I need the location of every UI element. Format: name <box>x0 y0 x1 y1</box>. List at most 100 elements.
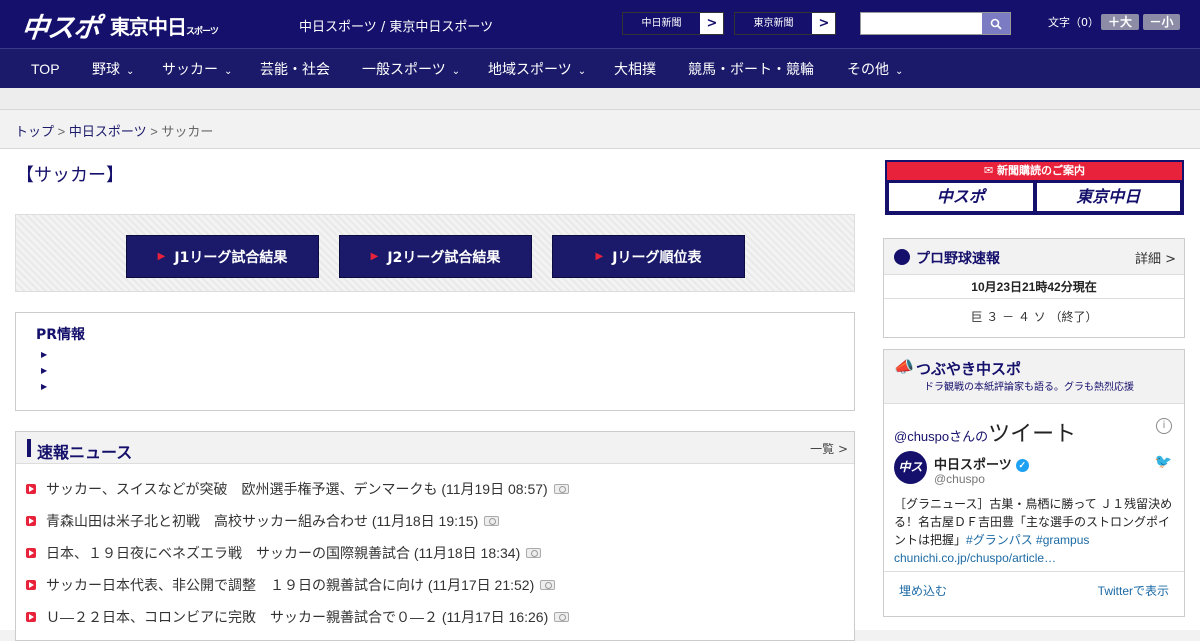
nav-label: 競馬・ボート・競輪 <box>688 61 814 77</box>
subscription-title-text: 新聞購読のご案内 <box>997 164 1086 177</box>
subscribe-tokyo-chunichi-button[interactable]: 東京中日 <box>1036 183 1180 211</box>
font-larger-button[interactable]: ＋大 <box>1101 14 1139 30</box>
info-icon[interactable]: i <box>1156 418 1172 434</box>
tokyo-shimbun-label: 東京新聞 <box>735 13 813 34</box>
news-item-text: サッカー日本代表、非公開で調整 １９日の親善試合に向け (11月17日 21:5… <box>46 577 535 593</box>
tweets-heading: @chuspoさんのツイート <box>894 416 1076 448</box>
news-item[interactable]: サッカー、スイスなどが突破 欧州選手権予選、デンマークも (11月19日 08:… <box>26 479 569 499</box>
baseball-panel-header: プロ野球速報 詳細 > <box>884 239 1184 275</box>
nav-item-racing[interactable]: 競馬・ボート・競輪 <box>688 49 814 89</box>
news-item[interactable]: 日本、１９日夜にベネズエラ戦 サッカーの国際親善試合 (11月18日 18:34… <box>26 543 542 563</box>
nav-label: 地域スポーツ <box>488 61 572 77</box>
nav-label: 芸能・社会 <box>260 61 330 77</box>
tweet-link[interactable]: chunichi.co.jp/chuspo/article… <box>894 551 1056 565</box>
breadcrumb-current: サッカー <box>161 124 214 139</box>
chevron-down-icon: ⌄ <box>451 66 461 77</box>
subscribe-chuspo-button[interactable]: 中スポ <box>889 183 1033 211</box>
news-header: 速報ニュース 一覧 > <box>16 432 854 464</box>
nav-item-top[interactable]: TOP <box>31 49 60 89</box>
top-header: 中スポ 東京中日スポーツ 中日スポーツ / 東京中日スポーツ 中日新聞 > 東京… <box>0 0 1200 48</box>
nav-item-general-sports[interactable]: 一般スポーツ ⌄ <box>362 49 460 89</box>
view-on-twitter-link[interactable]: Twitterで表示 <box>1098 582 1169 599</box>
baseball-panel-title: プロ野球速報 <box>916 251 1000 267</box>
baseball-live-panel: プロ野球速報 詳細 > 10月23日21時42分現在 巨 ３ － ４ ソ （終了… <box>883 238 1185 338</box>
nav-item-baseball[interactable]: 野球 ⌄ <box>92 49 134 89</box>
nav-item-entertainment[interactable]: 芸能・社会 <box>260 49 330 89</box>
news-item-text: 青森山田は米子北と初戦 高校サッカー組み合わせ (11月18日 19:15) <box>46 513 479 529</box>
score-line[interactable]: 巨 ３ － ４ ソ （終了） <box>884 299 1184 336</box>
font-smaller-button[interactable]: －小 <box>1143 14 1180 30</box>
tweet-hashtags[interactable]: #グランパス #grampus <box>966 533 1089 547</box>
subscription-title: ✉ 新聞購読のご案内 <box>887 162 1182 180</box>
nav-label: 大相撲 <box>614 61 656 77</box>
twitter-bird-icon[interactable]: 🐦 <box>1155 454 1172 470</box>
baseball-detail-link[interactable]: 詳細 > <box>1135 248 1176 267</box>
search-icon <box>990 18 1002 30</box>
nav-item-soccer[interactable]: サッカー ⌄ <box>162 49 232 89</box>
play-triangle-icon: ▶ <box>370 251 379 262</box>
breadcrumb-sep: > <box>146 124 162 139</box>
font-size-label: 文字（0） <box>1048 16 1099 29</box>
tweets-heading-suffix: さんの <box>949 429 989 444</box>
tweet-author-name-text: 中日スポーツ <box>934 457 1012 472</box>
news-item[interactable]: Ｕ―２２日本、コロンビアに完敗 サッカー親善試合で０―２ (11月17日 16:… <box>26 607 570 627</box>
chevron-down-icon: ⌄ <box>577 66 587 77</box>
nav-item-sumo[interactable]: 大相撲 <box>614 49 656 89</box>
verified-icon: ✓ <box>1015 459 1029 473</box>
tweets-heading-text: ツイート <box>988 421 1077 446</box>
play-icon <box>26 484 36 494</box>
nav-item-other[interactable]: その他 ⌄ <box>847 49 903 89</box>
news-more-link[interactable]: 一覧 > <box>810 440 848 457</box>
breadcrumb-sep: > <box>54 124 69 139</box>
bullet-icon: ▶ <box>41 366 48 375</box>
play-icon <box>26 612 36 622</box>
j2-results-label: J2リーグ試合結果 <box>387 249 501 266</box>
search-box <box>860 12 1011 35</box>
news-item[interactable]: 青森山田は米子北と初戦 高校サッカー組み合わせ (11月18日 19:15) <box>26 511 500 531</box>
chevron-down-icon: ⌄ <box>895 66 904 77</box>
search-input[interactable] <box>861 13 982 34</box>
pr-title: PR情報 <box>36 327 86 343</box>
twitter-handle-link[interactable]: @chuspo <box>894 429 949 444</box>
jleague-buttons: ▶ J1リーグ試合結果 ▶ J2リーグ試合結果 ▶ Jリーグ順位表 <box>15 214 855 292</box>
baseball-icon <box>894 249 910 265</box>
chevron-right-icon: > <box>706 16 718 31</box>
tweet-author-handle[interactable]: @chuspo <box>934 472 985 486</box>
tokyo-chunichi-logo-small: スポーツ <box>186 27 219 37</box>
tweets-panel: 📣 つぶやき中スポ ドラ観戦の本紙評論家も語る。グラも熱烈応援 @chuspoさ… <box>883 349 1185 617</box>
chevron-down-icon: ⌄ <box>224 66 233 77</box>
site-names: 中日スポーツ / 東京中日スポーツ <box>299 20 494 35</box>
subscription-buttons: 中スポ 東京中日 <box>887 180 1182 214</box>
subscription-banner[interactable]: ✉ 新聞購読のご案内 中スポ 東京中日 <box>885 160 1184 215</box>
nav-label: サッカー <box>162 61 218 77</box>
j2-results-button[interactable]: ▶ J2リーグ試合結果 <box>339 235 532 278</box>
chevron-down-icon: ⌄ <box>126 66 135 77</box>
tokyo-chunichi-logo-text: 東京中日 <box>110 15 187 39</box>
camera-icon <box>484 516 500 526</box>
chunichi-shimbun-link[interactable]: 中日新聞 > <box>622 12 724 35</box>
news-item-text: 日本、１９日夜にベネズエラ戦 サッカーの国際親善試合 (11月18日 18:34… <box>46 545 521 561</box>
j1-results-button[interactable]: ▶ J1リーグ試合結果 <box>126 235 319 278</box>
breadcrumb-top[interactable]: トップ <box>15 124 54 139</box>
tweet-body: ［グラニュース］古巣・鳥栖に勝って Ｊ１残留決める！名古屋ＤＦ吉田豊「主な選手の… <box>894 495 1179 567</box>
tweets-panel-header: 📣 つぶやき中スポ ドラ観戦の本紙評論家も語る。グラも熱烈応援 <box>884 350 1184 404</box>
embed-link[interactable]: 埋め込む <box>899 582 947 599</box>
jleague-standings-button[interactable]: ▶ Jリーグ順位表 <box>552 235 745 278</box>
tokyo-chunichi-logo[interactable]: 東京中日スポーツ <box>110 11 219 40</box>
newspaper-icon: ✉ <box>983 164 998 177</box>
tweet-footer: 埋め込む Twitterで表示 <box>884 571 1184 607</box>
search-button[interactable] <box>982 13 1010 34</box>
chunichi-shimbun-label: 中日新聞 <box>623 13 701 34</box>
news-item-text: Ｕ―２２日本、コロンビアに完敗 サッカー親善試合で０―２ (11月17日 16:… <box>46 609 549 625</box>
breaking-news: 速報ニュース 一覧 > サッカー、スイスなどが突破 欧州選手権予選、デンマークも… <box>15 431 855 641</box>
news-item[interactable]: サッカー日本代表、非公開で調整 １９日の親善試合に向け (11月17日 21:5… <box>26 575 556 595</box>
page-title: 【サッカー】 <box>16 165 124 185</box>
nav-item-local-sports[interactable]: 地域スポーツ ⌄ <box>488 49 586 89</box>
chuspo-logo[interactable]: 中スポ <box>20 6 102 45</box>
tweet-author-name[interactable]: 中日スポーツ ✓ <box>934 454 1029 473</box>
chevron-right-icon: > <box>818 16 830 31</box>
tokyo-shimbun-link[interactable]: 東京新聞 > <box>734 12 836 35</box>
breadcrumb-chunichi-sports[interactable]: 中日スポーツ <box>69 124 147 139</box>
bullet-icon: ▶ <box>41 382 48 391</box>
avatar[interactable]: 中スポ <box>894 451 927 507</box>
